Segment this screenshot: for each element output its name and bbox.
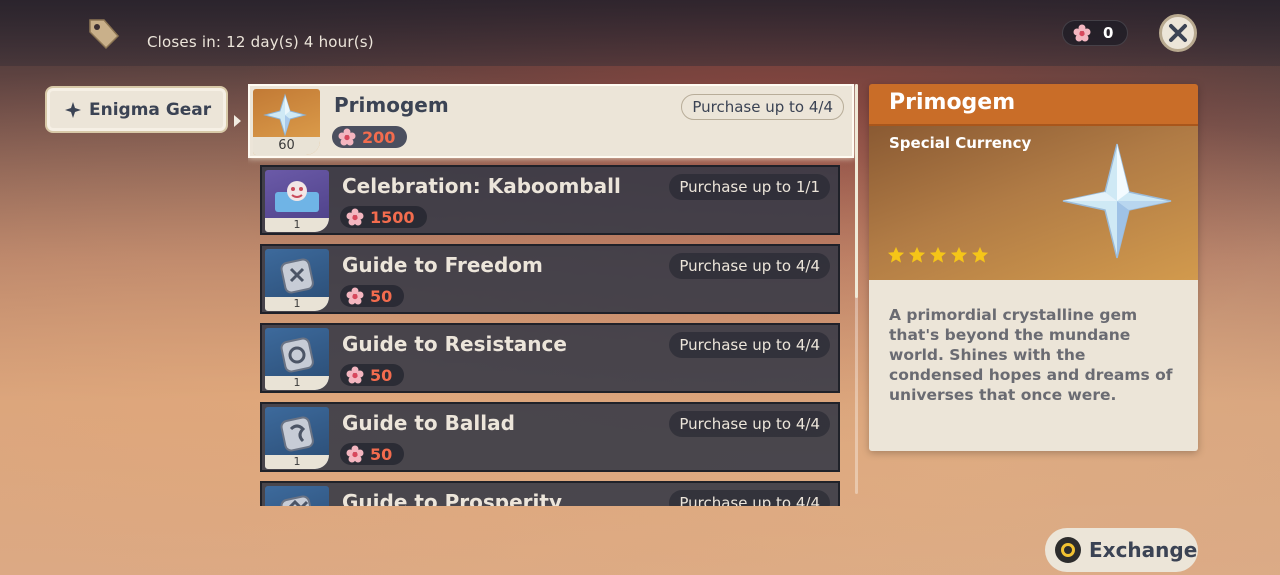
talent-book-icon [280, 495, 314, 506]
close-button[interactable] [1159, 14, 1197, 52]
talent-book-icon [280, 337, 314, 373]
closes-in-timer: Closes in: 12 day(s) 4 hour(s) [147, 33, 374, 51]
talent-book-icon [280, 258, 314, 294]
detail-hero: Special Currency [869, 126, 1198, 280]
item-name: Primogem [334, 93, 449, 117]
festive-flower-currency-icon [346, 366, 364, 384]
star-icon [908, 246, 926, 263]
close-icon [1169, 24, 1187, 42]
primogem-icon [1062, 143, 1172, 259]
detail-description: A primordial crystalline gem that's beyo… [889, 306, 1173, 404]
purchase-limit-badge: Purchase up to 4/4 [669, 332, 830, 358]
purchase-limit-badge: Purchase up to 4/4 [669, 490, 830, 506]
currency-count: 0 [1103, 24, 1114, 42]
star-icon [950, 246, 968, 263]
star-icon [929, 246, 947, 263]
festive-flower-currency-icon [338, 128, 356, 146]
item-price-value: 50 [370, 286, 393, 306]
item-price: 50 [340, 285, 405, 307]
item-quantity: 1 [265, 297, 329, 311]
primogem-icon [263, 93, 307, 137]
item-name: Guide to Prosperity [342, 490, 562, 506]
item-thumbnail: 1 [265, 249, 329, 311]
star-icon [887, 246, 905, 263]
shop-item-list[interactable]: 60 Primogem 200 Purchase up to 4/4 1 Cel… [248, 84, 856, 506]
tab-indicator-arrow [234, 115, 241, 127]
item-price: 1500 [340, 206, 427, 228]
category-tab-enigma-gear[interactable]: Enigma Gear [45, 86, 228, 133]
item-price-value: 200 [362, 127, 396, 147]
shop-item-primogem[interactable]: 60 Primogem 200 Purchase up to 4/4 [248, 84, 854, 158]
shop-item-guide-to-ballad[interactable]: 1 Guide to Ballad 50 Purchase up to 4/4 [260, 402, 840, 472]
detail-body: A primordial crystalline gem that's beyo… [869, 280, 1198, 451]
festive-flower-currency-icon [346, 208, 364, 226]
kaboomball-namecard-icon [275, 181, 319, 212]
item-thumbnail: 1 [265, 170, 329, 232]
item-name: Celebration: Kaboomball [342, 174, 621, 198]
item-thumbnail: 1 [265, 328, 329, 390]
exchange-button-label: Exchange [1089, 538, 1198, 562]
festive-flower-currency-icon [346, 445, 364, 463]
item-thumbnail: 60 [253, 89, 320, 155]
shop-item-guide-to-prosperity[interactable]: 1 Guide to Prosperity 50 Purchase up to … [260, 481, 840, 506]
purchase-limit-badge: Purchase up to 4/4 [681, 94, 844, 120]
purchase-limit-badge: Purchase up to 4/4 [669, 253, 830, 279]
item-price-value: 50 [370, 444, 393, 464]
item-price: 50 [340, 443, 405, 465]
item-price: 200 [332, 126, 408, 148]
item-price: 50 [340, 364, 405, 386]
item-thumbnail: 1 [265, 486, 329, 506]
category-tab-label: Enigma Gear [89, 99, 212, 120]
purchase-limit-badge: Purchase up to 4/4 [669, 411, 830, 437]
shop-item-guide-to-resistance[interactable]: 1 Guide to Resistance 50 Purchase up to … [260, 323, 840, 393]
detail-item-type: Special Currency [889, 134, 1032, 152]
confirm-circle-icon [1055, 537, 1081, 563]
item-detail-panel: Primogem Special Currency A primordial c… [869, 84, 1198, 451]
star-icon [971, 246, 989, 263]
item-price-value: 1500 [370, 207, 415, 227]
item-name: Guide to Resistance [342, 332, 567, 356]
tag-icon [89, 19, 120, 50]
item-quantity: 60 [253, 137, 320, 155]
purchase-limit-badge: Purchase up to 1/1 [669, 174, 830, 200]
four-point-star-icon [65, 101, 81, 118]
item-thumbnail: 1 [265, 407, 329, 469]
shop-item-celebration-kaboomball[interactable]: 1 Celebration: Kaboomball 1500 Purchase … [260, 165, 840, 235]
scrollbar-thumb[interactable] [855, 84, 858, 298]
talent-book-icon [280, 416, 314, 452]
detail-header: Primogem [869, 84, 1198, 126]
festive-flower-currency-icon [346, 287, 364, 305]
item-name: Guide to Freedom [342, 253, 543, 277]
item-name: Guide to Ballad [342, 411, 515, 435]
item-quantity: 1 [265, 218, 329, 232]
currency-counter: 0 [1062, 20, 1128, 46]
item-price-value: 50 [370, 365, 393, 385]
rarity-stars [887, 246, 989, 264]
shop-item-guide-to-freedom[interactable]: 1 Guide to Freedom 50 Purchase up to 4/4 [260, 244, 840, 314]
festive-flower-currency-icon [1073, 24, 1091, 42]
item-quantity: 1 [265, 455, 329, 469]
item-quantity: 1 [265, 376, 329, 390]
detail-title: Primogem [889, 90, 1016, 115]
exchange-button[interactable]: Exchange [1045, 528, 1198, 572]
